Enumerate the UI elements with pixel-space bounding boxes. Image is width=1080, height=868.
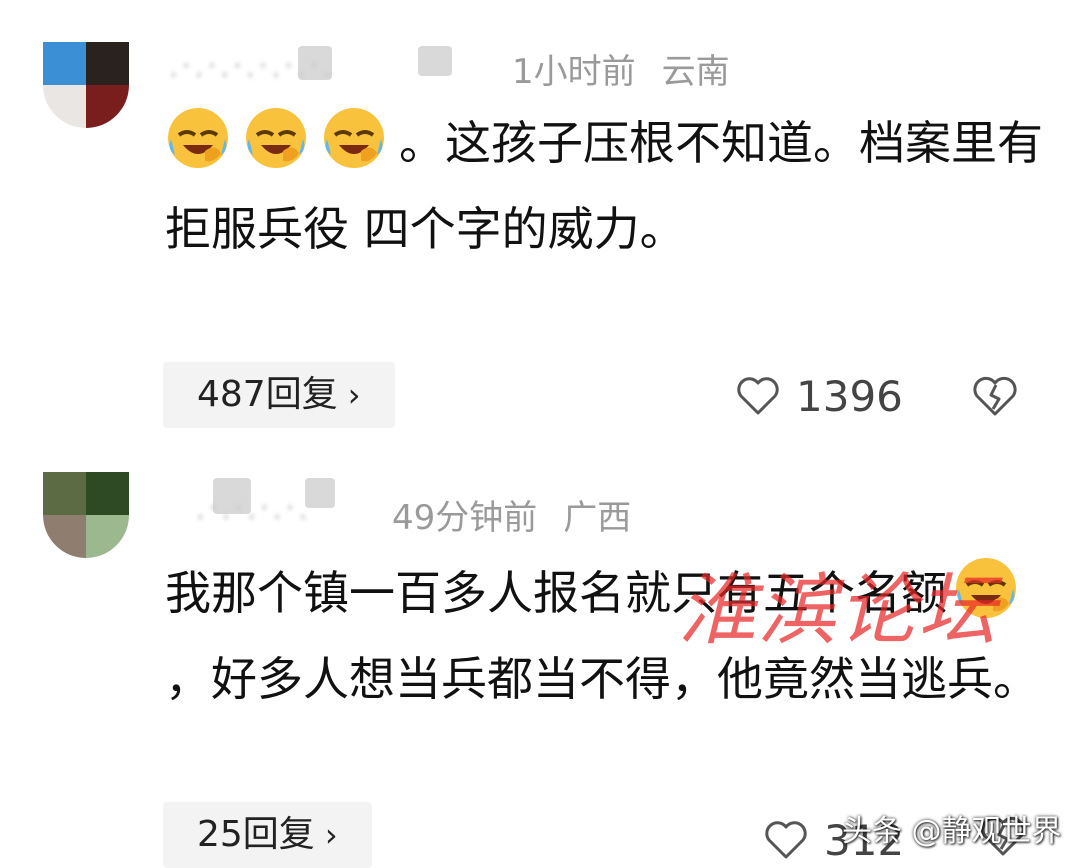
broken-heart-icon bbox=[973, 376, 1017, 416]
reply-label: 487回复 bbox=[197, 374, 338, 415]
comment-location: 广西 bbox=[563, 498, 632, 538]
chevron-right-icon: › bbox=[324, 816, 338, 854]
avatar[interactable] bbox=[43, 42, 129, 128]
comment-meta: 49分钟前 广西 bbox=[392, 490, 631, 539]
watermark: 淮滨论坛 bbox=[678, 566, 999, 656]
source-credit: 头条 @静观世界 bbox=[842, 814, 1062, 849]
dislike-button[interactable] bbox=[972, 375, 1018, 417]
comment-item-1: .·.·.·.·.·.·. 1小时前 云南 。这孩子压根不知道。档案里有 拒服兵役… bbox=[0, 0, 1080, 450]
comment-text: 。这孩子压根不知道。档案里有 拒服兵役 四个字的威力。 bbox=[165, 100, 1045, 272]
laughing-crying-emoji-icon bbox=[321, 105, 387, 171]
like-count: 1396 bbox=[796, 371, 903, 421]
username-blurred[interactable]: .·.·.·.·.·.·. bbox=[168, 42, 488, 88]
laughing-crying-emoji-icon bbox=[243, 105, 309, 171]
chevron-right-icon: › bbox=[347, 376, 361, 414]
comment-time: 1小时前 bbox=[512, 52, 636, 92]
reply-button[interactable]: 487回复 › bbox=[163, 362, 395, 428]
comment-time: 49分钟前 bbox=[392, 498, 538, 538]
like-button[interactable]: 1396 bbox=[736, 368, 903, 424]
laughing-crying-emoji-icon bbox=[165, 105, 231, 171]
reply-button[interactable]: 25回复 › bbox=[163, 802, 372, 868]
comment-location: 云南 bbox=[661, 52, 730, 92]
reply-label: 25回复 bbox=[197, 814, 315, 855]
username-blurred[interactable]: .·.·.·.·. bbox=[195, 474, 375, 528]
comment-text-content: ，好多人想当兵都当不得，他竟然当逃兵。 bbox=[165, 652, 1039, 706]
heart-outline-icon bbox=[737, 377, 779, 415]
avatar[interactable] bbox=[43, 472, 129, 558]
heart-outline-icon bbox=[765, 821, 807, 859]
comment-meta: 1小时前 云南 bbox=[512, 44, 730, 93]
